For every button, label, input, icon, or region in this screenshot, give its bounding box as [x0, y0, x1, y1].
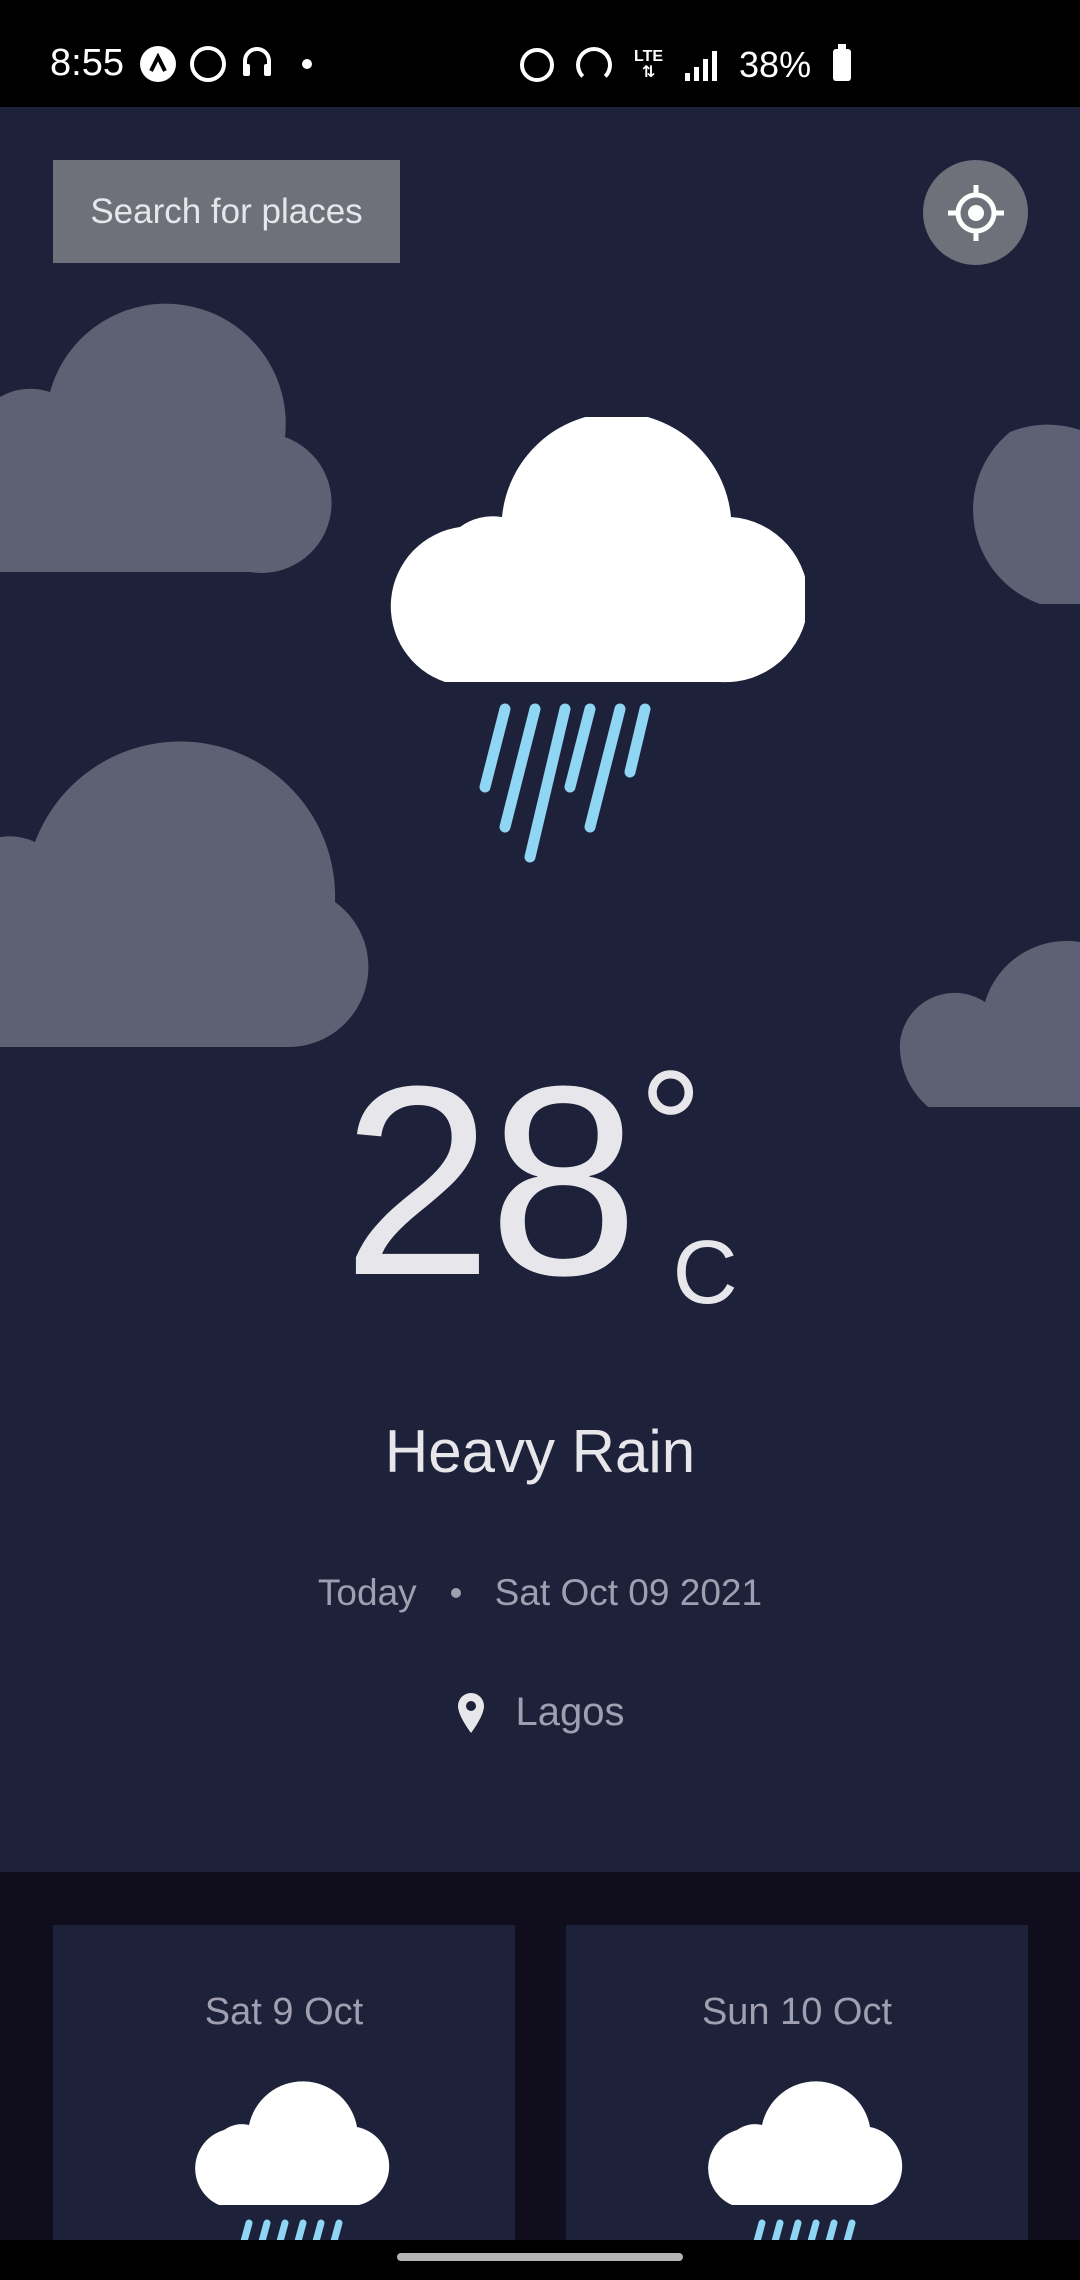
- separator-dot: [450, 1588, 461, 1598]
- degree-symbol: °: [638, 1037, 703, 1216]
- status-time: 8:55: [50, 42, 124, 84]
- current-date: Sat Oct 09 2021: [494, 1572, 763, 1613]
- app-a-icon: [140, 45, 176, 82]
- battery-percent: 38%: [739, 44, 812, 85]
- status-bar: 8:55 LTE ⇅ 38%: [0, 0, 1080, 107]
- signal-icon: [685, 49, 718, 81]
- forecast-card: Sat 9 Oct: [53, 1925, 515, 2240]
- crosshair-location-icon: [947, 184, 1004, 241]
- headphones-icon: [240, 44, 274, 83]
- status-left-icons: [140, 44, 312, 83]
- forecast-date: Sun 10 Oct: [701, 1991, 893, 2033]
- current-location-button[interactable]: [923, 160, 1028, 265]
- location-row: Lagos: [0, 1690, 1080, 1735]
- weather-condition: Heavy Rain: [384, 1418, 696, 1485]
- forecast-card: Sun 10 Oct: [566, 1925, 1028, 2240]
- status-right-icons: LTE ⇅ 38%: [520, 44, 852, 86]
- notification-dot: [302, 58, 312, 69]
- hotspot-icon: [576, 47, 612, 83]
- temperature-unit: C: [672, 1223, 738, 1323]
- home-gesture-handle[interactable]: [397, 2253, 683, 2261]
- current-weather-panel: Search for places 28°C Heavy Rain Today …: [0, 107, 1080, 1872]
- forecast-section: Sat 9 Oct Sun 10 Oct: [0, 1872, 1080, 2240]
- temperature-display: 28°C: [0, 1047, 1080, 1325]
- map-pin-icon: [457, 1692, 484, 1733]
- location-name: Lagos: [515, 1690, 625, 1734]
- search-places-button[interactable]: Search for places: [53, 160, 400, 263]
- today-label: Today: [317, 1572, 417, 1613]
- temperature-value: 28: [342, 1031, 638, 1332]
- heavy-rain-icon: [708, 2081, 903, 2240]
- battery-icon: [833, 44, 852, 81]
- navigation-bar: [0, 2240, 1080, 2280]
- whatsapp-icon: [190, 45, 226, 82]
- date-row: Today Sat Oct 09 2021: [0, 1572, 1080, 1614]
- heavy-rain-icon: [195, 2081, 390, 2240]
- alarm-icon: [520, 48, 554, 82]
- lte-data-icon: LTE ⇅: [634, 48, 664, 81]
- forecast-date: Sat 9 Oct: [204, 1991, 364, 2033]
- heavy-rain-icon: [390, 417, 805, 863]
